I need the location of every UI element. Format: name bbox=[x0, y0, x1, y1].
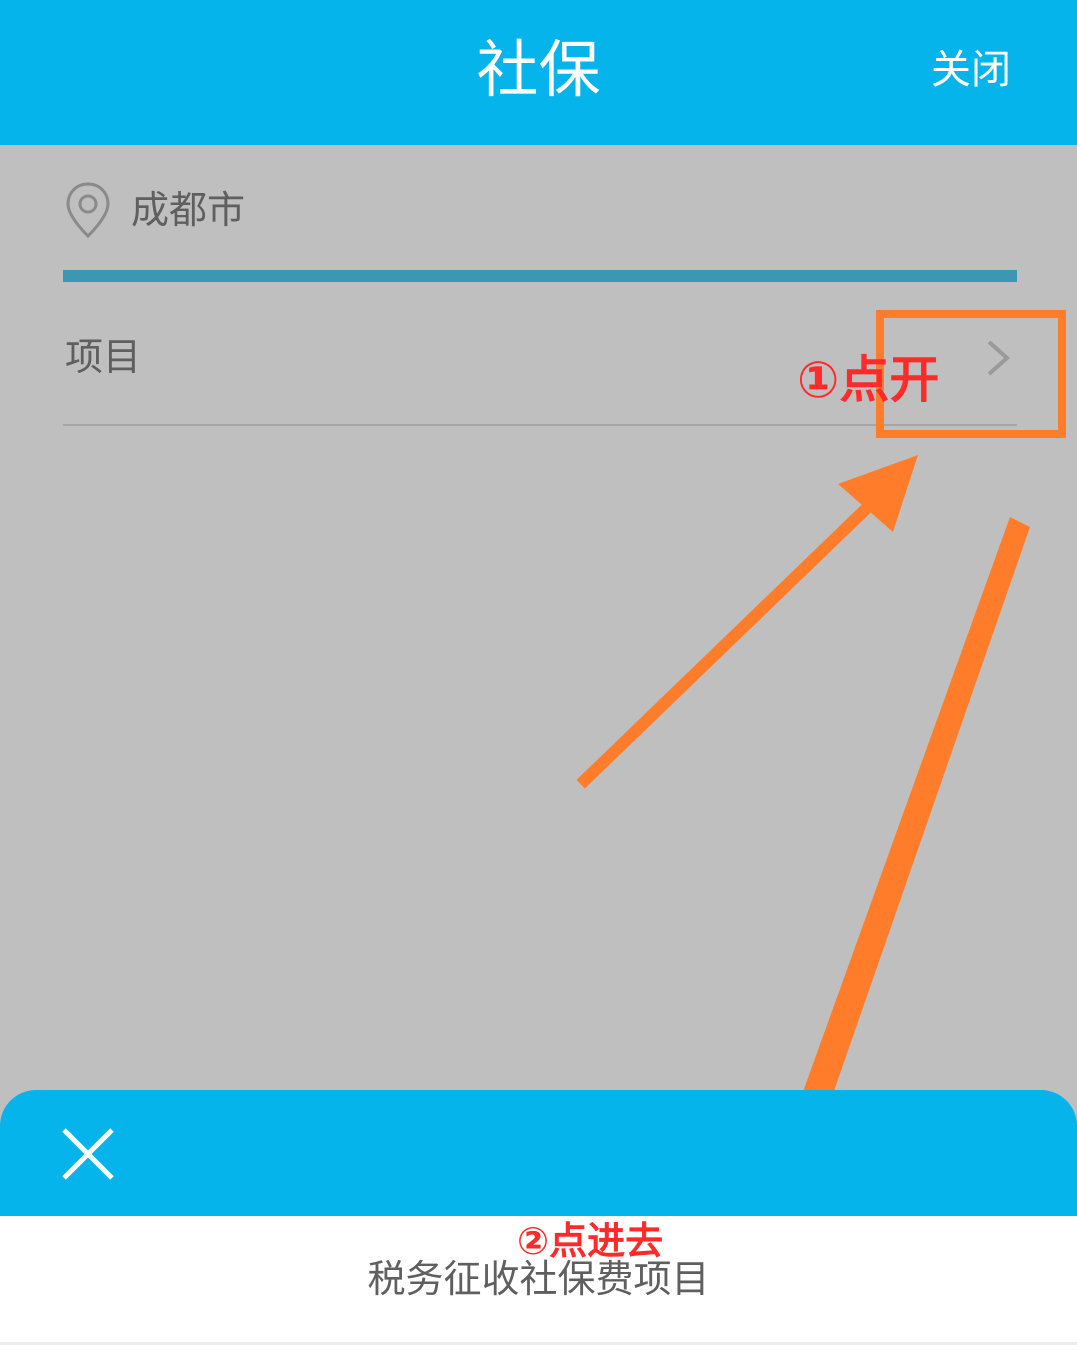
app-header: 社保 关闭 bbox=[0, 0, 1077, 145]
bottom-sheet-header bbox=[0, 1090, 1077, 1216]
annotation-arrow-down-shaft bbox=[782, 517, 1030, 1160]
tab-underline bbox=[63, 270, 1017, 282]
project-selector-row[interactable]: 项目 bbox=[63, 300, 1017, 426]
page-title: 社保 bbox=[476, 33, 601, 106]
city-label: 成都市 bbox=[131, 188, 246, 232]
sheet-option-tax-social-security[interactable]: 税务征收社保费项目 bbox=[0, 1216, 1077, 1342]
close-icon[interactable] bbox=[58, 1124, 118, 1184]
annotation-arrow-up-head bbox=[838, 455, 918, 532]
chevron-right-icon[interactable] bbox=[983, 336, 1013, 380]
close-button[interactable]: 关闭 bbox=[931, 44, 1011, 96]
sheet-divider bbox=[0, 1342, 1077, 1345]
annotation-arrow-up-shaft bbox=[576, 496, 879, 789]
map-pin-icon bbox=[66, 182, 110, 239]
project-label: 项目 bbox=[65, 335, 142, 379]
location-row[interactable]: 成都市 bbox=[63, 180, 1017, 240]
